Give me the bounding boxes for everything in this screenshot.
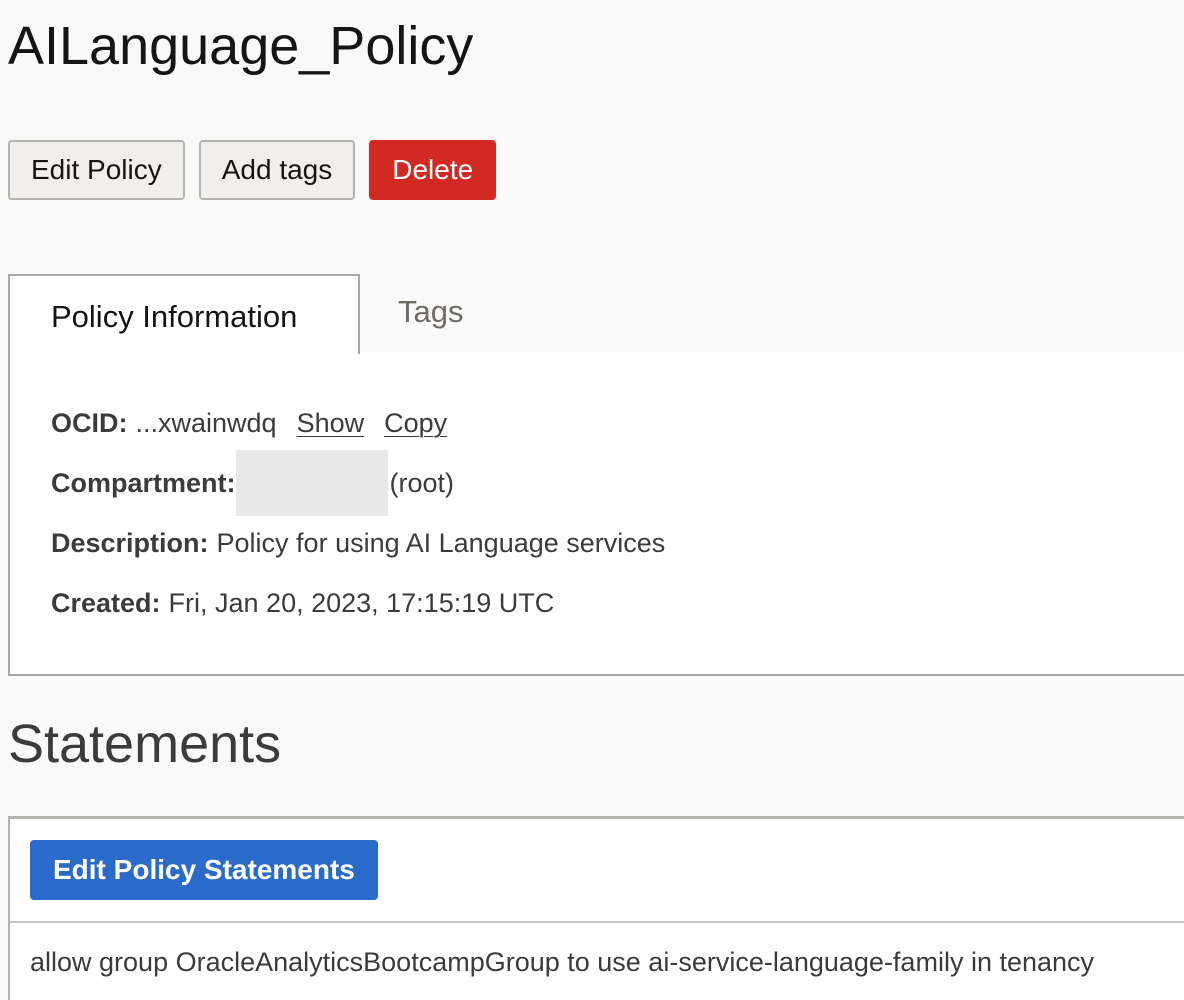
description-value: Policy for using AI Language services [216, 528, 666, 558]
ocid-value: ...xwainwdq [135, 408, 277, 438]
action-bar: Edit Policy Add tags Delete [8, 140, 497, 200]
statements-panel: Edit Policy Statements allow group Oracl… [8, 816, 1184, 1000]
policy-detail-page: AILanguage_Policy Edit Policy Add tags D… [0, 0, 1184, 1000]
compartment-label: Compartment: [51, 467, 236, 498]
tab-policy-information[interactable]: Policy Information [8, 274, 360, 354]
description-label: Description: [51, 528, 209, 558]
statement-item: allow group OracleAnalyticsBootcampGroup… [30, 947, 1095, 977]
add-tags-button[interactable]: Add tags [198, 140, 356, 200]
edit-policy-statements-button[interactable]: Edit Policy Statements [30, 840, 378, 900]
page-title: AILanguage_Policy [8, 16, 474, 76]
copy-ocid-link[interactable]: Copy [384, 408, 447, 439]
description-row: Description: Policy for using AI Languag… [51, 528, 665, 559]
compartment-row: Compartment: (root) [51, 450, 454, 516]
statements-toolbar: Edit Policy Statements [10, 819, 1184, 923]
created-value: Fri, Jan 20, 2023, 17:15:19 UTC [168, 588, 555, 618]
ocid-row: OCID: ...xwainwdq Show Copy [51, 408, 447, 439]
statements-title: Statements [8, 714, 282, 774]
tab-tags[interactable]: Tags [398, 274, 463, 350]
ocid-label: OCID: [51, 408, 128, 438]
show-ocid-link[interactable]: Show [297, 408, 365, 439]
edit-policy-button[interactable]: Edit Policy [8, 140, 185, 200]
compartment-suffix: (root) [389, 467, 455, 498]
policy-information-panel: OCID: ...xwainwdq Show Copy Compartment:… [8, 352, 1184, 676]
created-row: Created: Fri, Jan 20, 2023, 17:15:19 UTC [51, 588, 554, 619]
delete-button[interactable]: Delete [369, 140, 497, 200]
tab-bar: Policy Information Tags [8, 274, 1184, 354]
created-label: Created: [51, 588, 161, 618]
compartment-name-redacted [235, 450, 388, 516]
